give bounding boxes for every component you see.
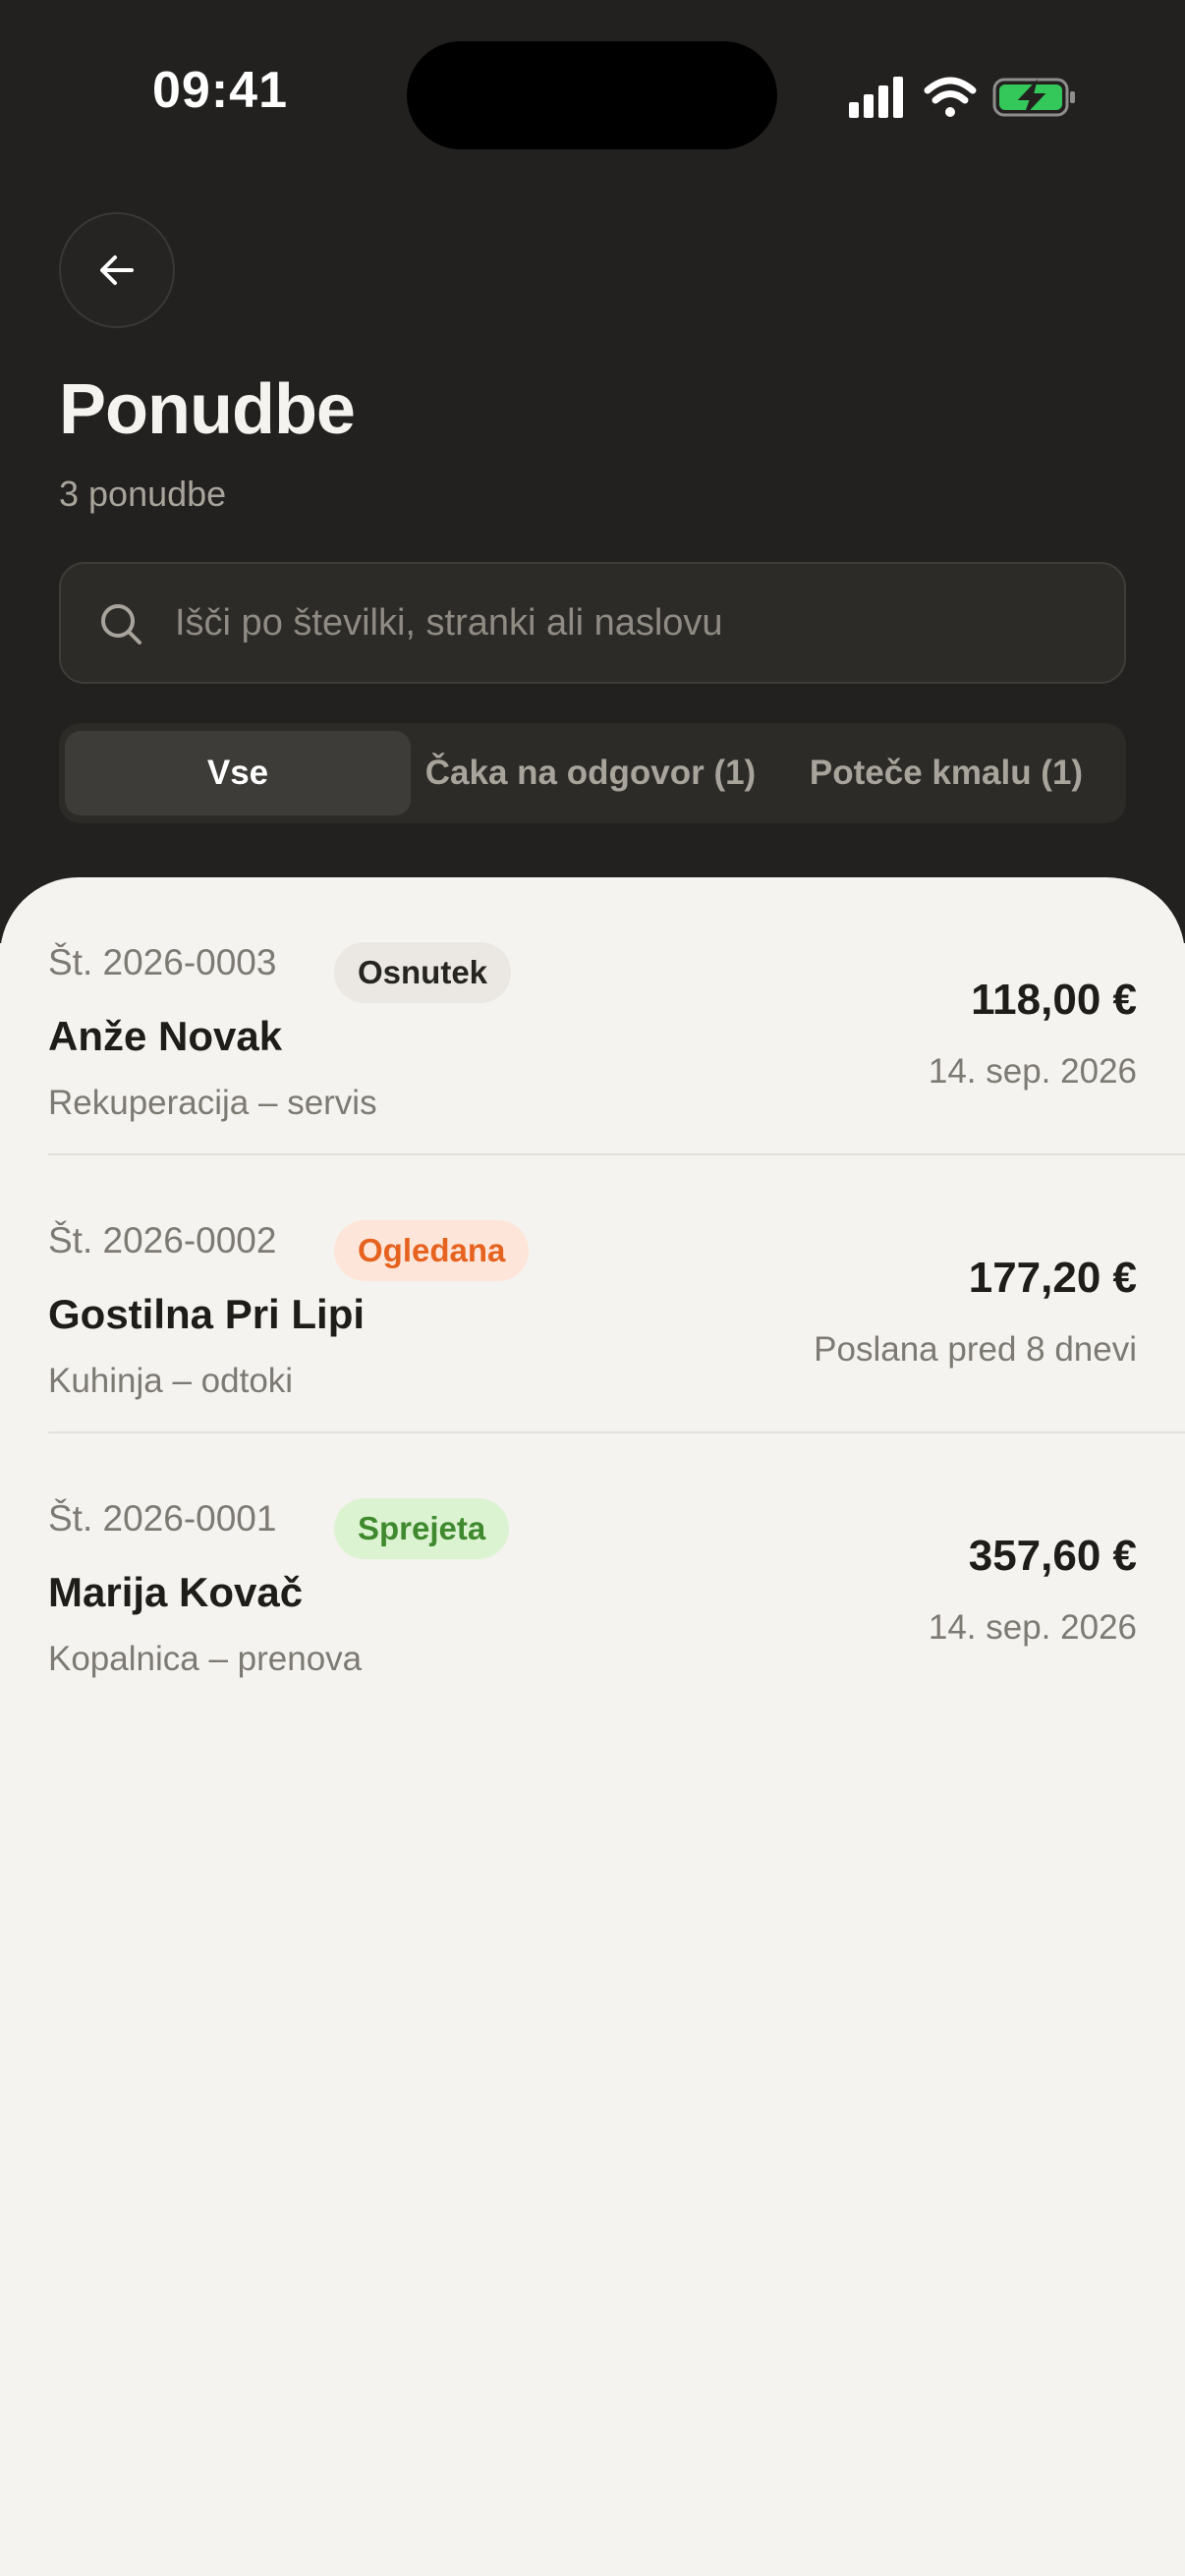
- page-subtitle: 3 ponudbe: [59, 474, 227, 514]
- offer-job: Rekuperacija – servis: [48, 1084, 377, 1122]
- search-input[interactable]: [175, 564, 1099, 682]
- status-icons: [849, 73, 1085, 122]
- offer-client: Anže Novak: [48, 1013, 283, 1059]
- offer-row[interactable]: Št. 2026-0002 Ogledana Gostilna Pri Lipi…: [0, 1155, 1185, 1433]
- offer-job: Kuhinja – odtoki: [48, 1362, 294, 1400]
- dynamic-island: [407, 41, 777, 149]
- status-badge: Ogledana: [334, 1220, 530, 1281]
- offer-client: Gostilna Pri Lipi: [48, 1291, 366, 1337]
- offer-number: Št. 2026-0003: [48, 942, 277, 982]
- status-badge: Osnutek: [334, 942, 512, 1003]
- offer-date: 14. sep. 2026: [928, 1052, 1137, 1091]
- offer-number: Št. 2026-0001: [48, 1498, 277, 1539]
- offer-row[interactable]: Št. 2026-0001 Sprejeta Marija Kovač Kopa…: [0, 1433, 1185, 1711]
- offer-sent-info: Poslana pred 8 dnevi: [814, 1330, 1137, 1369]
- search-bar[interactable]: [59, 562, 1126, 684]
- status-time: 09:41: [152, 62, 288, 119]
- arrow-left-icon: [100, 255, 134, 285]
- page-title: Ponudbe: [59, 370, 356, 449]
- tab-all[interactable]: Vse: [65, 731, 411, 815]
- back-button[interactable]: [59, 212, 175, 328]
- offer-amount: 357,60 €: [968, 1532, 1137, 1580]
- offer-amount: 177,20 €: [968, 1254, 1137, 1302]
- offer-row[interactable]: Št. 2026-0003 Osnutek Anže Novak Rekuper…: [0, 877, 1185, 1155]
- search-icon: [101, 604, 141, 644]
- offer-job: Kopalnica – prenova: [48, 1640, 363, 1678]
- offer-number: Št. 2026-0002: [48, 1220, 277, 1260]
- tab-expiring-soon[interactable]: Poteče kmalu (1): [770, 731, 1122, 815]
- filter-tabs: Vse Čaka na odgovor (1) Poteče kmalu (1): [59, 723, 1126, 823]
- offers-screen: 09:41 Ponudbe 3 ponudbe Išči po številki…: [0, 0, 1185, 2576]
- cellular-signal-icon: [849, 77, 903, 118]
- offer-client: Marija Kovač: [48, 1569, 304, 1615]
- battery-charging-icon: [992, 78, 1075, 117]
- offer-date: 14. sep. 2026: [928, 1608, 1137, 1647]
- tab-awaiting-response[interactable]: Čaka na odgovor (1): [415, 731, 766, 815]
- header: 09:41 Ponudbe 3 ponudbe Išči po številki…: [0, 0, 1185, 943]
- wifi-icon: [924, 77, 977, 117]
- status-badge: Sprejeta: [334, 1498, 510, 1559]
- offers-list: Št. 2026-0003 Osnutek Anže Novak Rekuper…: [0, 877, 1185, 2576]
- offer-amount: 118,00 €: [971, 976, 1137, 1024]
